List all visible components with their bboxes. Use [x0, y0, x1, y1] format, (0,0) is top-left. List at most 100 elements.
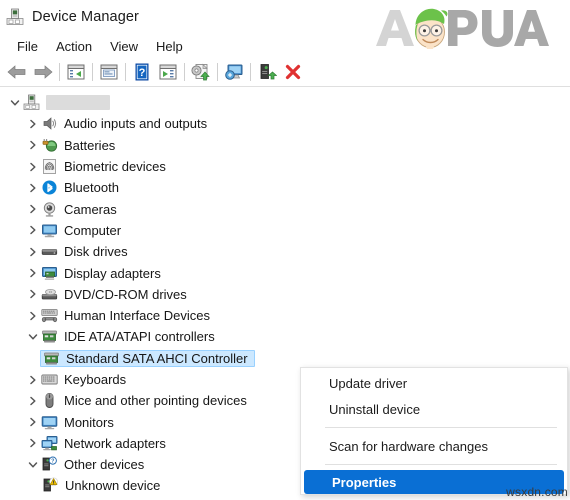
tree-item-ide-ata-atapi-controllers[interactable]: IDE ATA/ATAPI controllers	[0, 326, 570, 347]
chevron-right-icon[interactable]	[24, 137, 41, 154]
chevron-down-icon[interactable]	[24, 456, 41, 473]
chevron-right-icon[interactable]	[24, 222, 41, 239]
tree-item-dvd-cd-rom-drives[interactable]: DVD/CD-ROM drives	[0, 284, 570, 305]
mouse-icon	[41, 392, 59, 409]
network-adapter-icon	[41, 435, 59, 452]
ide-controller-icon	[43, 350, 61, 367]
tree-item-display-adapters[interactable]: Display adapters	[0, 262, 570, 283]
scan-for-hardware-changes-icon[interactable]	[221, 60, 247, 84]
menu-action[interactable]: Action	[47, 37, 101, 56]
tree-root-node[interactable]	[0, 92, 570, 113]
properties-icon[interactable]	[96, 60, 122, 84]
tree-item-label: Other devices	[64, 457, 145, 473]
title-bar: Device Manager	[0, 0, 570, 34]
computer-icon	[41, 222, 59, 239]
tree-item-label: Biometric devices	[64, 159, 166, 175]
tree-item-label: Batteries	[64, 137, 116, 153]
tree-item-label: Disk drives	[64, 244, 128, 260]
chevron-right-icon[interactable]	[24, 435, 41, 452]
ctx-update-driver[interactable]: Update driver	[301, 370, 567, 396]
tree-item-label: IDE ATA/ATAPI controllers	[64, 329, 215, 345]
tree-item-standard-sata-ahci-controller[interactable]: Standard SATA AHCI Controller	[0, 348, 570, 369]
ctx-separator-2	[325, 464, 557, 465]
selection-highlight: Standard SATA AHCI Controller	[40, 349, 255, 367]
chevron-right-icon[interactable]	[24, 115, 41, 132]
tree-item-label: Display adapters	[64, 265, 161, 281]
battery-icon	[41, 137, 59, 154]
enable-device-icon[interactable]	[254, 60, 280, 84]
menu-file[interactable]: File	[8, 37, 47, 56]
toolbar: ?	[0, 58, 570, 87]
context-menu[interactable]: Update driver Uninstall device Scan for …	[300, 367, 568, 495]
camera-icon	[41, 201, 59, 218]
tree-item-label: Keyboards	[64, 372, 127, 387]
chevron-right-icon[interactable]	[24, 201, 41, 218]
ide-controller-icon	[41, 328, 59, 345]
chevron-right-icon[interactable]	[24, 179, 41, 196]
svg-text:?: ?	[139, 67, 146, 79]
tree-item-biometric-devices[interactable]: Biometric devices	[0, 156, 570, 177]
toolbar-separator-4	[184, 63, 185, 81]
fingerprint-icon	[41, 158, 59, 175]
tree-item-label: Audio inputs and outputs	[64, 116, 208, 132]
chevron-right-icon[interactable]	[24, 392, 41, 409]
chevron-right-icon[interactable]	[24, 414, 41, 431]
chevron-right-icon[interactable]	[24, 307, 41, 324]
tree-item-label: Bluetooth	[64, 180, 119, 196]
toolbar-separator-1	[59, 63, 60, 81]
dvd-drive-icon	[41, 286, 59, 303]
tree-item-label: Mice and other pointing devices	[64, 393, 247, 409]
chevron-down-icon[interactable]	[6, 94, 23, 111]
toolbar-separator-5	[217, 63, 218, 81]
help-icon[interactable]: ?	[129, 60, 155, 84]
speaker-icon	[41, 115, 59, 132]
tree-item-label: Cameras	[64, 201, 117, 217]
ctx-separator-1	[325, 427, 557, 428]
tree-item-label: DVD/CD-ROM drives	[64, 286, 187, 302]
unknown-device-warning-icon	[42, 477, 60, 494]
toolbar-separator-3	[125, 63, 126, 81]
disk-drive-icon	[41, 243, 59, 260]
tree-item-human-interface-devices[interactable]: Human Interface Devices	[0, 305, 570, 326]
tree-item-label: Network adapters	[64, 435, 166, 451]
tree-item-label: Monitors	[64, 414, 114, 430]
tree-item-disk-drives[interactable]: Disk drives	[0, 241, 570, 262]
chevron-right-icon[interactable]	[24, 158, 41, 175]
forward-icon[interactable]	[30, 60, 56, 84]
back-icon[interactable]	[4, 60, 30, 84]
ctx-scan-for-hardware-changes[interactable]: Scan for hardware changes	[301, 433, 567, 459]
tree-item-computer[interactable]: Computer	[0, 220, 570, 241]
site-watermark: wsxdn.com	[506, 485, 568, 499]
tree-item-label: Unknown device	[65, 478, 161, 494]
tree-item-batteries[interactable]: Batteries	[0, 135, 570, 156]
update-driver-icon[interactable]	[188, 60, 214, 84]
toolbar-separator-2	[92, 63, 93, 81]
tree-item-label: Human Interface Devices	[64, 308, 210, 324]
other-devices-icon: ?	[41, 456, 59, 473]
ctx-uninstall-device[interactable]: Uninstall device	[301, 396, 567, 422]
chevron-right-icon[interactable]	[24, 286, 41, 303]
keyboard-icon	[41, 371, 59, 388]
toolbar-separator-6	[250, 63, 251, 81]
tree-item-audio-inputs-and-outputs[interactable]: Audio inputs and outputs	[0, 113, 570, 134]
show-hide-console-tree-icon[interactable]	[63, 60, 89, 84]
hid-icon	[41, 307, 59, 324]
redacted-computer-name	[46, 95, 110, 111]
chevron-right-icon[interactable]	[24, 265, 41, 282]
tree-item-bluetooth[interactable]: Bluetooth	[0, 177, 570, 198]
show-hide-action-pane-icon[interactable]	[155, 60, 181, 84]
window-title: Device Manager	[32, 9, 139, 25]
chevron-right-icon[interactable]	[24, 243, 41, 260]
menu-view[interactable]: View	[101, 37, 147, 56]
chevron-down-icon[interactable]	[24, 328, 41, 345]
monitor-icon	[41, 414, 59, 431]
bluetooth-icon	[41, 179, 59, 196]
menu-help[interactable]: Help	[147, 37, 192, 56]
chevron-right-icon[interactable]	[24, 371, 41, 388]
svg-text:?: ?	[51, 459, 54, 465]
uninstall-device-icon[interactable]	[280, 60, 306, 84]
tree-item-cameras[interactable]: Cameras	[0, 198, 570, 219]
computer-root-icon	[23, 94, 41, 111]
tree-item-label: Computer	[64, 222, 122, 238]
device-manager-icon	[6, 8, 24, 26]
